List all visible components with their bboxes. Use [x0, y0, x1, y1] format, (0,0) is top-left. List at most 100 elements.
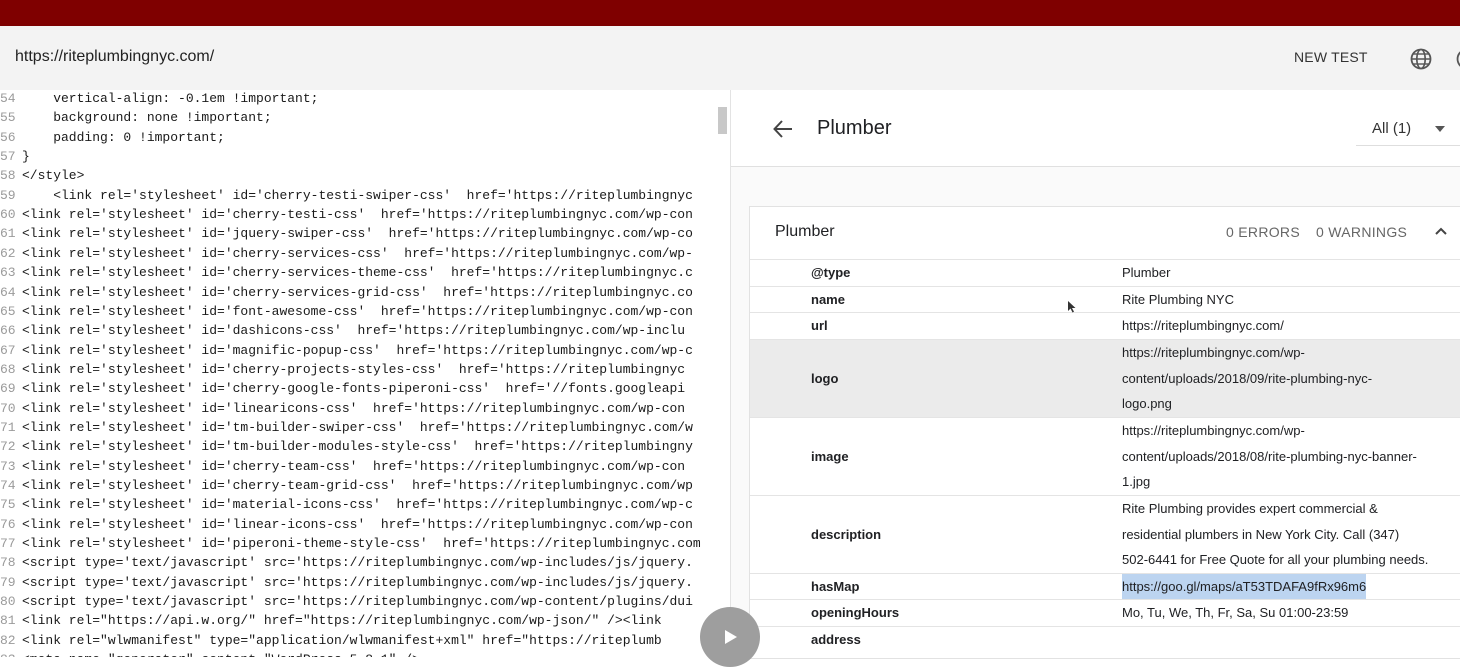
property-key: image [811, 448, 849, 464]
property-key: description [811, 526, 882, 542]
line-content: background: none !important; [22, 110, 272, 126]
property-value: https://riteplumbingnyc.com/wp-content/u… [1122, 418, 1452, 495]
property-value-line: Plumber [1122, 265, 1171, 280]
line-content: <link rel='stylesheet' id='linearicons-c… [22, 400, 686, 416]
line-content: <link rel='stylesheet' id='dashicons-css… [22, 323, 686, 339]
property-value-line: Mo, Tu, We, Th, Fr, Sa, Su 01:00-23:59 [1122, 605, 1349, 620]
card-title: Plumber [775, 223, 835, 240]
errors-count: 0 ERRORS [1226, 224, 1300, 240]
play-icon [725, 630, 737, 644]
code-line: 74 <link rel='stylesheet' id='cherry-team… [0, 476, 693, 495]
property-value-line: Rite Plumbing NYC [1122, 291, 1234, 307]
property-row-type[interactable]: @type Plumber [750, 259, 1460, 287]
property-row-address[interactable]: address [750, 625, 1460, 654]
line-content: <link rel='stylesheet' id='magnific-popu… [22, 342, 693, 358]
line-number: 71 [0, 419, 16, 435]
line-number: 78 [0, 555, 16, 571]
line-number: 57 [0, 149, 16, 165]
property-row-openingHours[interactable]: openingHours Mo, Tu, We, Th, Fr, Sa, Su 0… [750, 599, 1460, 627]
code-scrollbar[interactable] [718, 107, 727, 134]
line-number: 63 [0, 265, 16, 281]
property-row-name[interactable]: name Rite Plumbing NYC [750, 285, 1460, 314]
back-arrow-icon[interactable] [772, 118, 794, 140]
property-key: hasMap [811, 578, 860, 594]
code-line: 64 <link rel='stylesheet' id='cherry-serv… [0, 283, 693, 302]
property-key: url [811, 318, 828, 334]
line-content: <link rel='stylesheet' id='tm-builder-mo… [22, 439, 693, 455]
property-key: address [811, 631, 861, 647]
line-content: <link rel='stylesheet' id='cherry-testi-… [22, 207, 693, 223]
code-line: 70 <link rel='stylesheet' id='linearicons… [0, 399, 685, 418]
line-number: 77 [0, 536, 16, 552]
mouse-cursor-icon [1068, 301, 1076, 313]
property-key: openingHours [811, 605, 900, 621]
property-value: Plumber [1122, 260, 1452, 286]
line-content: <link rel='stylesheet' id='cherry-team-g… [22, 478, 693, 493]
code-line: 59 <link rel='stylesheet' id='cherry-tes… [0, 186, 693, 205]
line-number: 56 [0, 129, 16, 145]
line-number: 54 [0, 91, 16, 106]
property-value-line: content/uploads/2018/09/rite-plumbing-ny… [1122, 370, 1373, 386]
code-line: 83<meta name="generator" content="WordPr… [0, 650, 420, 657]
play-button[interactable] [700, 607, 760, 667]
property-key: @type [811, 265, 851, 281]
property-value: https://goo.gl/maps/aT53TDAFA9fRx96m6 [1122, 573, 1452, 599]
property-row-hasMap[interactable]: hasMap https://goo.gl/maps/aT53TDAFA9fRx9… [750, 572, 1460, 601]
line-content: <script type='text/javascript' src='http… [22, 555, 693, 571]
new-test-button[interactable]: NEW TEST [1294, 49, 1368, 65]
line-number: 82 [0, 632, 16, 648]
url-bar: https://riteplumbingnyc.com/ NEW TEST [0, 26, 1460, 91]
chevron-down-icon[interactable] [1434, 125, 1446, 133]
line-number: 69 [0, 381, 16, 397]
property-value-line: 1.jpg [1122, 474, 1151, 489]
item-filter-dropdown[interactable]: All (1) [1372, 120, 1411, 137]
property-key: logo [811, 370, 839, 386]
property-row-url[interactable]: url https://riteplumbingnyc.com/ [750, 312, 1460, 340]
property-value: https://riteplumbingnyc.com/wp-content/u… [1122, 340, 1452, 417]
code-line: 58 </style> [0, 166, 84, 185]
property-value: https://riteplumbingnyc.com/ [1122, 313, 1452, 339]
code-line: 57} [0, 147, 30, 166]
structured-data-panel: Plumber All (1) Plumber 0 ERRORS 0 WARNI… [731, 90, 1460, 659]
line-content: <link rel='stylesheet' id='linear-icons-… [22, 516, 693, 532]
line-number: 73 [0, 458, 16, 474]
code-line: 78 <script type='text/javascript' src='ht… [0, 553, 693, 572]
property-row-logo[interactable]: logo https://riteplumbingnyc.com/wp-conte… [750, 338, 1460, 418]
property-row-image[interactable]: image https://riteplumbingnyc.com/wp-cont… [750, 416, 1460, 496]
code-line: 62 <link rel='stylesheet' id='cherry-serv… [0, 244, 693, 263]
code-line: 75 <link rel='stylesheet' id='material-ic… [0, 495, 693, 514]
panel-title: Plumber [817, 117, 892, 139]
line-number: 81 [0, 613, 16, 629]
line-number: 79 [0, 574, 16, 590]
code-line: 69 <link rel='stylesheet' id='cherry-goog… [0, 379, 685, 398]
chevron-up-icon[interactable] [1434, 226, 1448, 236]
line-number: 59 [0, 187, 16, 203]
property-value-line: logo.png [1122, 396, 1172, 411]
code-line: 73 <link rel='stylesheet' id='cherry-team… [0, 457, 685, 476]
line-content: <link rel="https://api.w.org/" href="htt… [22, 613, 662, 629]
source-code-viewer[interactable]: 54 vertical-align: -0.1em !important; 55 … [0, 90, 731, 657]
item-card: Plumber 0 ERRORS 0 WARNINGS @type Plumber… [749, 206, 1460, 659]
code-line: 63 <link rel='stylesheet' id='cherry-serv… [0, 263, 693, 282]
property-row-description[interactable]: description Rite Plumbing provides expert… [750, 494, 1460, 574]
line-content: <link rel='stylesheet' id='cherry-servic… [22, 265, 693, 281]
code-line: 76 <link rel='stylesheet' id='linear-icon… [0, 515, 693, 534]
line-content: <link rel='stylesheet' id='piperoni-them… [22, 536, 701, 552]
code-line: 60 <link rel='stylesheet' id='cherry-test… [0, 205, 693, 224]
help-icon[interactable] [1452, 47, 1460, 71]
globe-icon[interactable] [1409, 47, 1433, 71]
line-number: 76 [0, 516, 16, 532]
property-value-line: Rite Plumbing provides expert commercial… [1122, 501, 1378, 516]
code-line: 79 <script type='text/javascript' src='ht… [0, 573, 693, 592]
line-content: <link rel='stylesheet' id='font-awesome-… [22, 303, 693, 319]
code-line: 72 <link rel='stylesheet' id='tm-builder-… [0, 437, 693, 456]
line-content: <link rel="wlwmanifest" type="applicatio… [22, 632, 662, 648]
property-value-line: https://riteplumbingnyc.com/wp- [1122, 423, 1305, 438]
line-number: 72 [0, 439, 16, 455]
filter-underline [1356, 145, 1460, 146]
tested-url[interactable]: https://riteplumbingnyc.com/ [15, 48, 214, 66]
code-line: 77 <link rel='stylesheet' id='piperoni-th… [0, 534, 701, 553]
line-number: 58 [0, 168, 16, 184]
line-content: padding: 0 !important; [22, 129, 225, 145]
warnings-count: 0 WARNINGS [1316, 224, 1408, 240]
